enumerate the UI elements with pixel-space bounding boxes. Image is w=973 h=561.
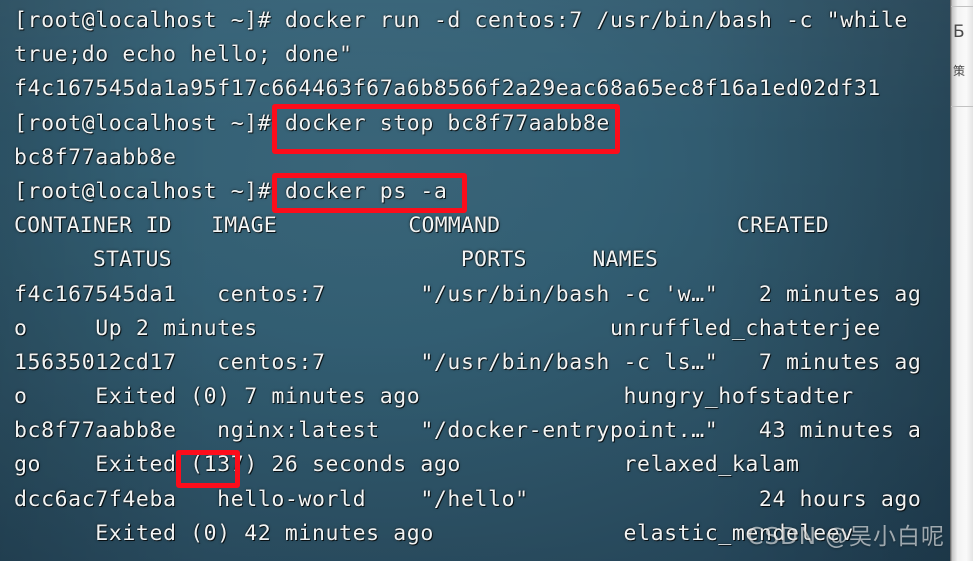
table-row: o Up 2 minutes unruffled_chatterjee (14, 315, 881, 341)
terminal-output-area[interactable]: [root@localhost ~]# docker run -d centos… (0, 0, 950, 561)
terminal-line: true;do echo hello; done" (14, 42, 353, 68)
strip-divider (951, 6, 973, 7)
table-row: bc8f77aabb8e nginx:latest "/docker-entry… (14, 418, 922, 444)
terminal-line: [root@localhost ~]# docker stop bc8f77aa… (14, 110, 610, 136)
watermark-author: @吴小白呢 (825, 524, 945, 550)
table-header-row: STATUS PORTS NAMES (14, 247, 659, 273)
table-row: dcc6ac7f4eba hello-world "/hello" 24 hou… (14, 486, 922, 512)
terminal-line: f4c167545da1a95f17c664463f67a6b8566f2a29… (14, 76, 881, 102)
table-row: 15635012cd17 centos:7 "/usr/bin/bash -c … (14, 349, 922, 375)
strip-glyph-bottom: 策 (953, 64, 966, 78)
terminal-line: [root@localhost ~]# docker run -d centos… (14, 8, 908, 33)
strip-divider (951, 106, 973, 107)
table-row: o Exited (0) 7 minutes ago hungry_hofsta… (14, 384, 854, 410)
table-row: f4c167545da1 centos:7 "/usr/bin/bash -c … (14, 281, 922, 307)
watermark: CSDN @吴小白呢 (747, 517, 945, 551)
terminal-screenshot: [root@localhost ~]# docker run -d centos… (0, 0, 973, 561)
table-row: go Exited (137) 26 seconds ago relaxed_k… (14, 452, 800, 478)
terminal-line: [root@localhost ~]# docker ps -a (14, 178, 448, 204)
terminal-line: bc8f77aabb8e (14, 144, 177, 170)
strip-glyph-top: Б (953, 22, 965, 42)
watermark-brand: CSDN (747, 524, 817, 550)
adjacent-window-strip[interactable]: Б 策 (950, 0, 973, 561)
table-header-row: CONTAINER ID IMAGE COMMAND CREATED (14, 213, 829, 239)
